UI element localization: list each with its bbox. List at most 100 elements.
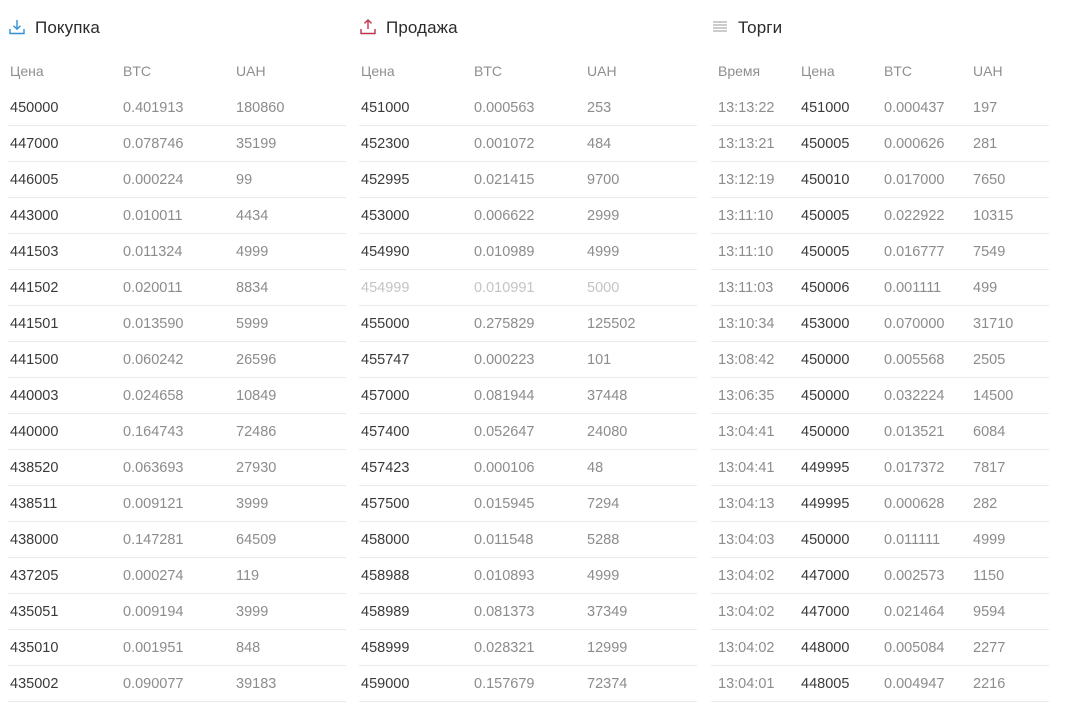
table-row[interactable]: 458989 0.081373 37349 xyxy=(359,594,697,630)
table-row[interactable]: 450000 0.401913 180860 xyxy=(8,90,346,126)
price-cell: 450006 xyxy=(801,279,850,296)
table-row[interactable]: 13:06:35 450000 0.032224 14500 xyxy=(711,378,1049,414)
order-book: Покупка Цена BTC UAH 450000 0.401913 18086… xyxy=(0,0,1068,711)
column-header-price: Цена xyxy=(10,63,44,79)
btc-cell: 0.000626 xyxy=(884,135,945,152)
price-cell: 459000 xyxy=(361,675,410,692)
price-cell: 454999 xyxy=(361,279,410,296)
trades-panel: Торги Время Цена BTC UAH 13:13:22 451000 0… xyxy=(711,0,1049,702)
uah-cell: 64509 xyxy=(236,531,277,548)
time-cell: 13:04:03 xyxy=(718,531,775,548)
table-row[interactable]: 447000 0.078746 35199 xyxy=(8,126,346,162)
table-row[interactable]: 13:13:21 450005 0.000626 281 xyxy=(711,126,1049,162)
table-row[interactable]: 452995 0.021415 9700 xyxy=(359,162,697,198)
table-row[interactable]: 458988 0.010893 4999 xyxy=(359,558,697,594)
table-row[interactable]: 457000 0.081944 37448 xyxy=(359,378,697,414)
table-row[interactable]: 458999 0.028321 12999 xyxy=(359,630,697,666)
price-cell: 458988 xyxy=(361,567,410,584)
table-row[interactable]: 13:08:42 450000 0.005568 2505 xyxy=(711,342,1049,378)
table-row[interactable]: 13:04:02 447000 0.002573 1150 xyxy=(711,558,1049,594)
price-cell: 450005 xyxy=(801,243,850,260)
uah-cell: 7549 xyxy=(973,243,1006,260)
btc-cell: 0.005084 xyxy=(884,639,945,656)
price-cell: 450000 xyxy=(801,387,850,404)
table-row[interactable]: 441503 0.011324 4999 xyxy=(8,234,346,270)
uah-cell: 5288 xyxy=(587,531,620,548)
table-row[interactable]: 13:04:03 450000 0.011111 4999 xyxy=(711,522,1049,558)
btc-cell: 0.009121 xyxy=(123,495,184,512)
price-cell: 450010 xyxy=(801,171,850,188)
btc-cell: 0.081944 xyxy=(474,387,535,404)
table-row[interactable]: 443000 0.010011 4434 xyxy=(8,198,346,234)
btc-cell: 0.021415 xyxy=(474,171,535,188)
table-row[interactable]: 451000 0.000563 253 xyxy=(359,90,697,126)
table-row[interactable]: 453000 0.006622 2999 xyxy=(359,198,697,234)
btc-cell: 0.164743 xyxy=(123,423,184,440)
table-row[interactable]: 13:04:41 450000 0.013521 6084 xyxy=(711,414,1049,450)
table-row[interactable]: 437205 0.000274 119 xyxy=(8,558,346,594)
table-row[interactable]: 455000 0.275829 125502 xyxy=(359,306,697,342)
price-cell: 441500 xyxy=(10,351,59,368)
sell-panel: Продажа Цена BTC UAH 451000 0.000563 253 45… xyxy=(359,0,697,702)
btc-cell: 0.006622 xyxy=(474,207,535,224)
table-row[interactable]: 438000 0.147281 64509 xyxy=(8,522,346,558)
table-row[interactable]: 435051 0.009194 3999 xyxy=(8,594,346,630)
uah-cell: 7817 xyxy=(973,459,1006,476)
time-cell: 13:04:13 xyxy=(718,495,775,512)
table-row[interactable]: 13:04:02 448000 0.005084 2277 xyxy=(711,630,1049,666)
table-row[interactable]: 452300 0.001072 484 xyxy=(359,126,697,162)
table-row[interactable]: 457400 0.052647 24080 xyxy=(359,414,697,450)
table-row[interactable]: 13:11:10 450005 0.016777 7549 xyxy=(711,234,1049,270)
table-row[interactable]: 13:04:01 448005 0.004947 2216 xyxy=(711,666,1049,702)
uah-cell: 281 xyxy=(973,135,998,152)
table-row[interactable]: 13:12:19 450010 0.017000 7650 xyxy=(711,162,1049,198)
uah-cell: 2505 xyxy=(973,351,1006,368)
uah-cell: 101 xyxy=(587,351,612,368)
table-row[interactable]: 13:04:02 447000 0.021464 9594 xyxy=(711,594,1049,630)
price-cell: 457000 xyxy=(361,387,410,404)
price-cell: 447000 xyxy=(801,603,850,620)
table-row[interactable]: 457423 0.000106 48 xyxy=(359,450,697,486)
table-row[interactable]: 435002 0.090077 39183 xyxy=(8,666,346,702)
price-cell: 450005 xyxy=(801,207,850,224)
table-row[interactable]: 440000 0.164743 72486 xyxy=(8,414,346,450)
trades-panel-title: Торги xyxy=(738,18,783,37)
uah-cell: 3999 xyxy=(236,603,269,620)
uah-cell: 37349 xyxy=(587,603,628,620)
price-cell: 450000 xyxy=(801,423,850,440)
table-row[interactable]: 457500 0.015945 7294 xyxy=(359,486,697,522)
uah-cell: 31710 xyxy=(973,315,1014,332)
table-row[interactable]: 458000 0.011548 5288 xyxy=(359,522,697,558)
table-row[interactable]: 454990 0.010989 4999 xyxy=(359,234,697,270)
uah-cell: 48 xyxy=(587,459,604,476)
table-row[interactable]: 435010 0.001951 848 xyxy=(8,630,346,666)
table-row[interactable]: 13:11:10 450005 0.022922 10315 xyxy=(711,198,1049,234)
table-row[interactable]: 438511 0.009121 3999 xyxy=(8,486,346,522)
btc-cell: 0.090077 xyxy=(123,675,184,692)
table-row[interactable]: 446005 0.000224 99 xyxy=(8,162,346,198)
uah-cell: 5000 xyxy=(587,279,620,296)
uah-cell: 39183 xyxy=(236,675,277,692)
table-row[interactable]: 13:04:13 449995 0.000628 282 xyxy=(711,486,1049,522)
table-row[interactable]: 13:11:03 450006 0.001111 499 xyxy=(711,270,1049,306)
btc-cell: 0.016777 xyxy=(884,243,945,260)
table-row[interactable]: 441500 0.060242 26596 xyxy=(8,342,346,378)
btc-cell: 0.001072 xyxy=(474,135,535,152)
btc-cell: 0.063693 xyxy=(123,459,184,476)
price-cell: 450000 xyxy=(801,531,850,548)
table-row[interactable]: 454999 0.010991 5000 xyxy=(359,270,697,306)
price-cell: 446005 xyxy=(10,171,59,188)
time-cell: 13:11:03 xyxy=(718,279,774,296)
table-row[interactable]: 441501 0.013590 5999 xyxy=(8,306,346,342)
table-row[interactable]: 459000 0.157679 72374 xyxy=(359,666,697,702)
table-row[interactable]: 13:04:41 449995 0.017372 7817 xyxy=(711,450,1049,486)
table-row[interactable]: 441502 0.020011 8834 xyxy=(8,270,346,306)
table-row[interactable]: 13:13:22 451000 0.000437 197 xyxy=(711,90,1049,126)
table-row[interactable]: 455747 0.000223 101 xyxy=(359,342,697,378)
table-row[interactable]: 438520 0.063693 27930 xyxy=(8,450,346,486)
table-row[interactable]: 13:10:34 453000 0.070000 31710 xyxy=(711,306,1049,342)
uah-cell: 2999 xyxy=(587,207,620,224)
btc-cell: 0.000274 xyxy=(123,567,184,584)
btc-cell: 0.028321 xyxy=(474,639,535,656)
table-row[interactable]: 440003 0.024658 10849 xyxy=(8,378,346,414)
